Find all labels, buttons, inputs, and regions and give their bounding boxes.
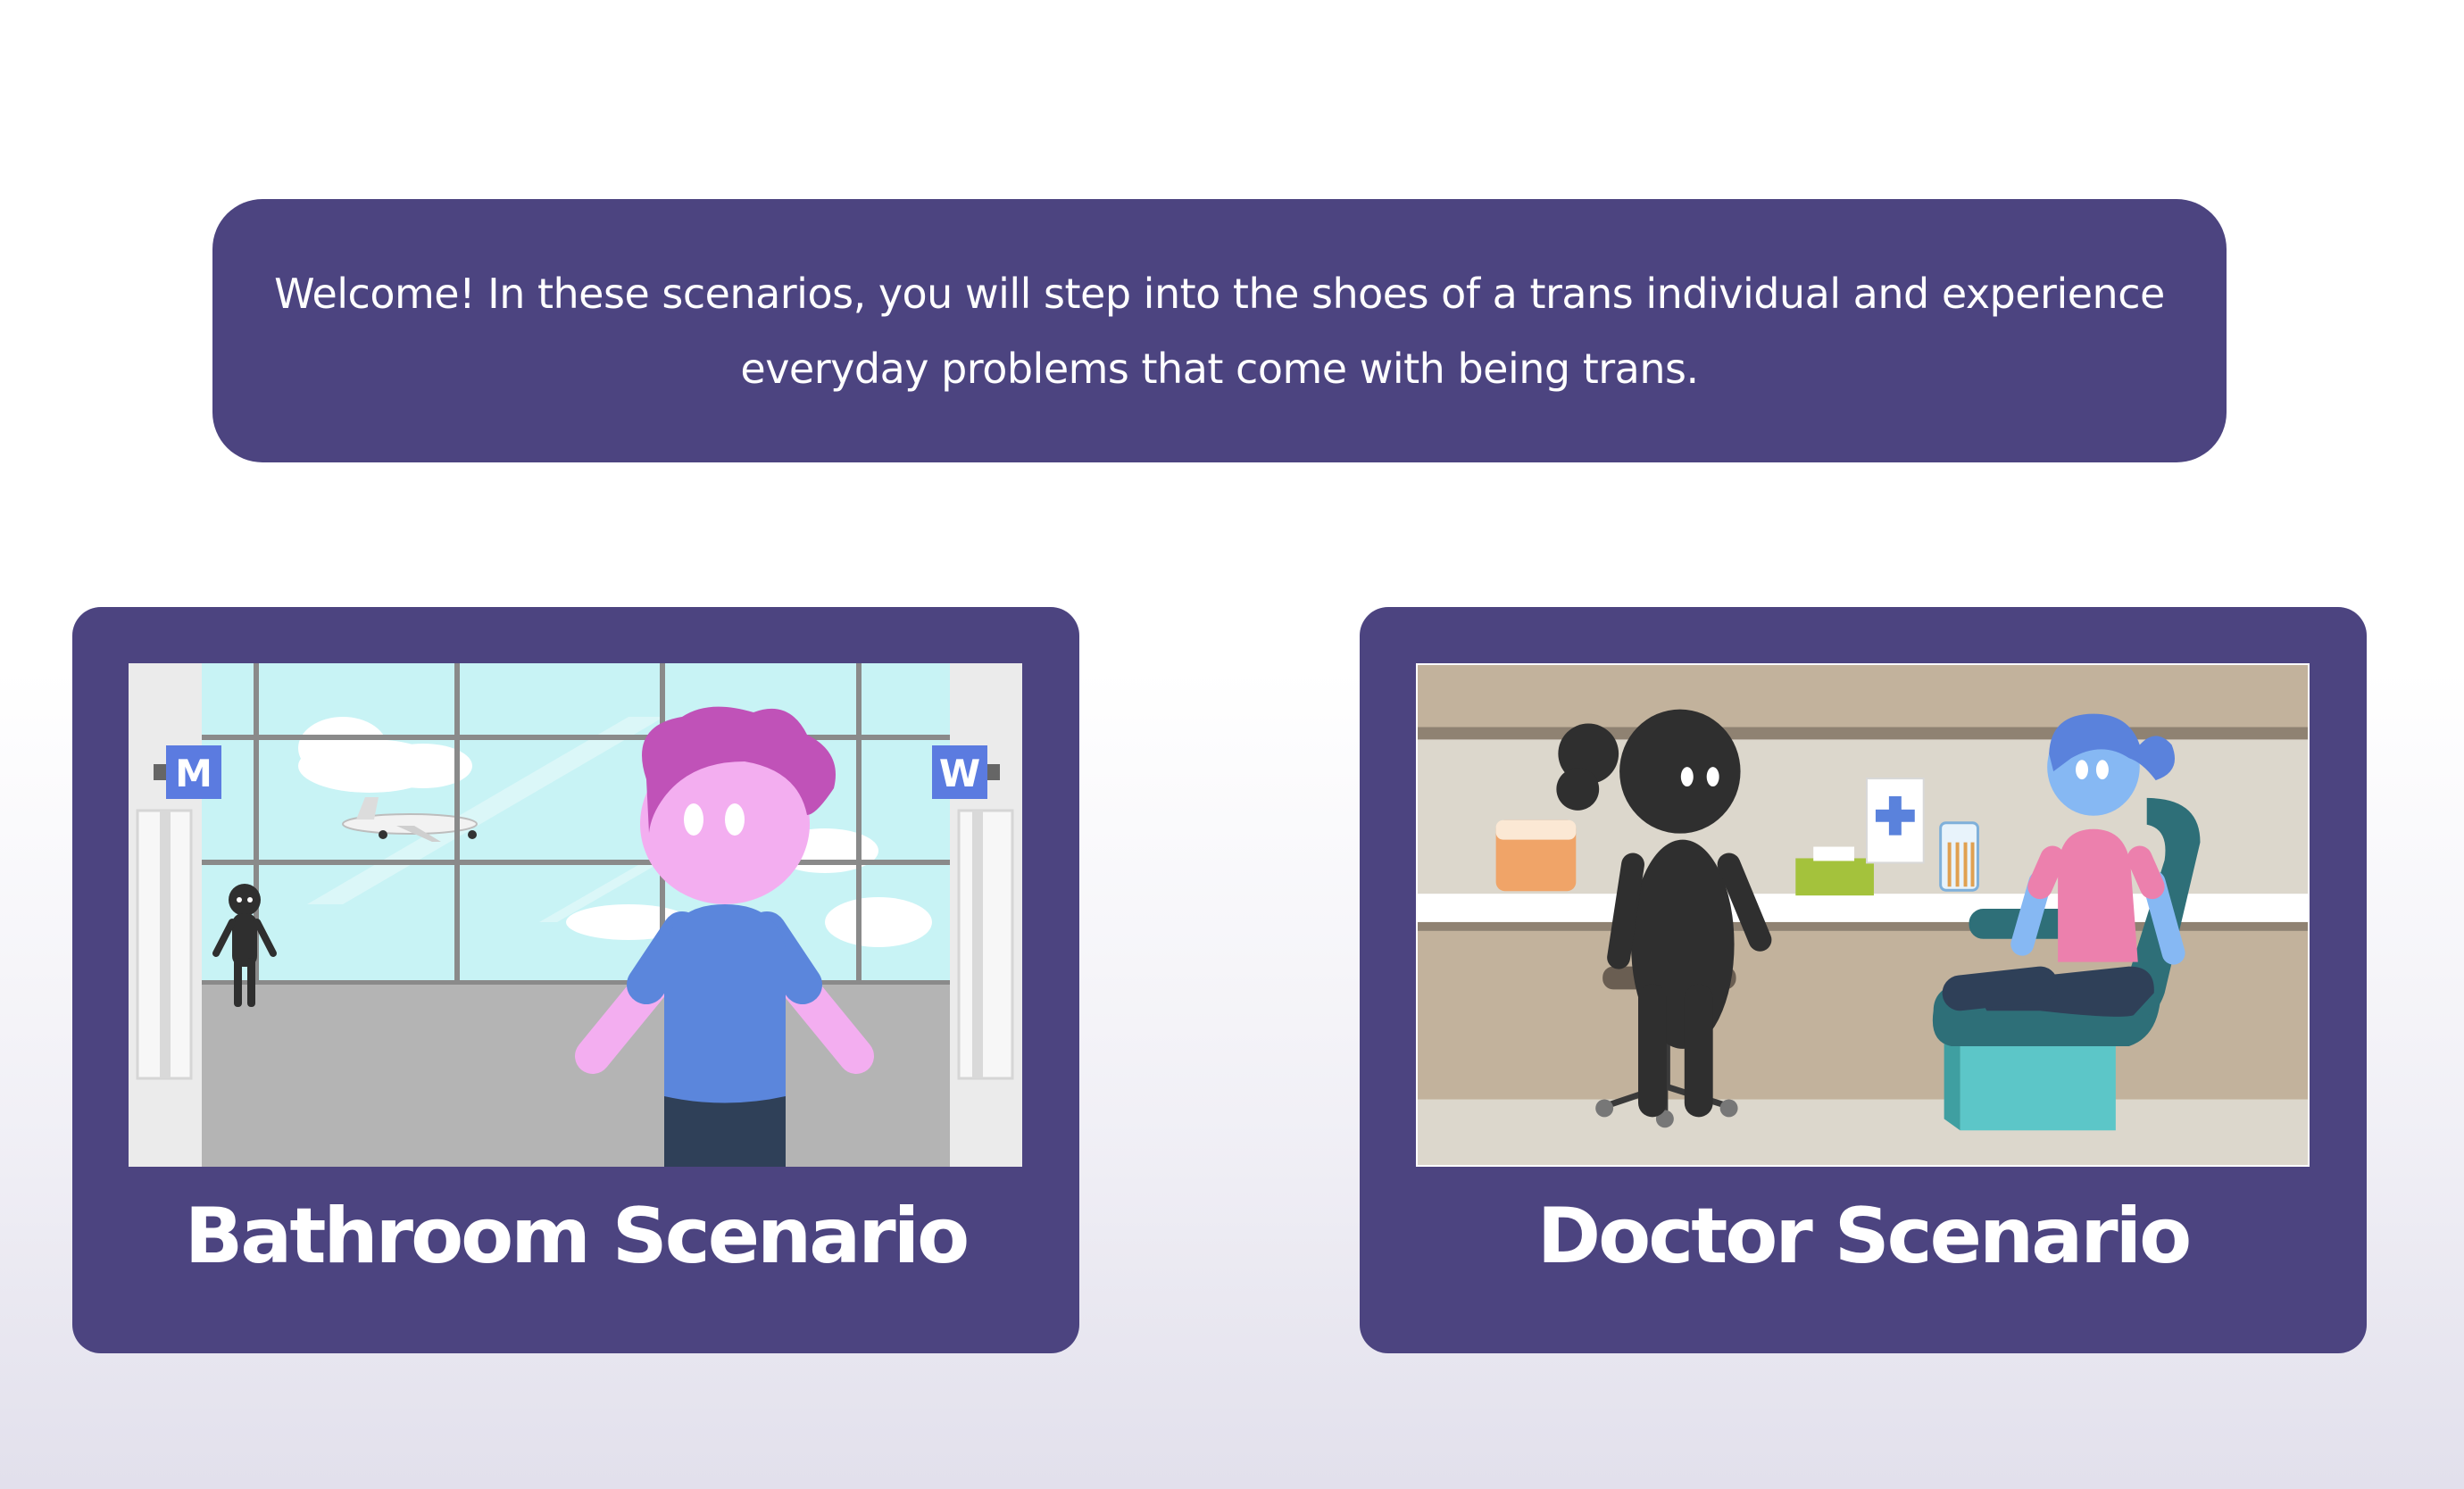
women-sign-letter: W xyxy=(939,752,980,795)
bathroom-scenario-title[interactable]: Bathroom Scenario xyxy=(72,1183,1079,1290)
doctor-scenario-card[interactable]: Doctor Scenario xyxy=(1360,607,2367,1353)
doctor-office-illustration xyxy=(1418,665,2308,1165)
men-sign-letter: M xyxy=(175,752,212,795)
doctor-scenario-title[interactable]: Doctor Scenario xyxy=(1360,1183,2367,1290)
bathroom-scenario-image[interactable]: M W xyxy=(129,663,1022,1167)
airport-bathroom-illustration: M W xyxy=(129,663,1022,1167)
intro-text: Welcome! In these scenarios, you will st… xyxy=(274,269,2165,393)
bathroom-scenario-card[interactable]: M W Bathroom Scenario xyxy=(72,607,1079,1353)
intro-banner: Welcome! In these scenarios, you will st… xyxy=(212,199,2227,462)
doctor-scenario-image[interactable] xyxy=(1416,663,2310,1167)
